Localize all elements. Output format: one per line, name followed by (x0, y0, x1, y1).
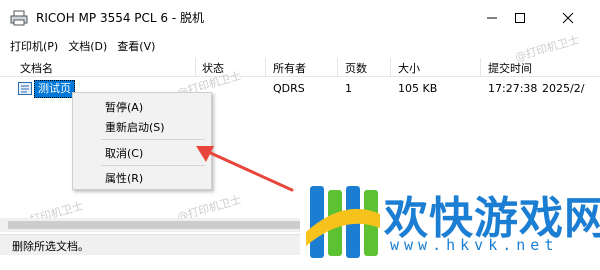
column-header-row: 文档名 状态 所有者 页数 大小 提交时间 (0, 58, 600, 77)
menu-bar: 打印机(P) 文档(D) 查看(V) (0, 36, 161, 56)
submitted-date-cell: 2025/2/ (542, 82, 585, 95)
submitted-time-cell: 17:27:38 (488, 82, 538, 95)
document-icon (18, 82, 32, 95)
minimize-icon (487, 17, 497, 19)
column-header-owner[interactable]: 所有者 (273, 60, 306, 76)
close-icon (562, 12, 574, 24)
close-button[interactable] (548, 4, 588, 32)
column-header-name[interactable]: 文档名 (20, 60, 53, 76)
menu-item-pause[interactable]: 暂停(A) (105, 99, 143, 115)
column-divider[interactable] (480, 58, 481, 76)
document-name-cell[interactable]: 测试页 (34, 80, 75, 98)
logo-url: www.hkvk.net (390, 236, 559, 254)
print-queue-window: RICOH MP 3554 PCL 6 - 脱机 打印机(P) 文档(D) 查看… (0, 0, 600, 270)
column-divider[interactable] (337, 58, 338, 76)
column-header-pages[interactable]: 页数 (345, 60, 367, 76)
pointer-arrow-icon (196, 146, 294, 192)
logo-mark-icon (306, 186, 380, 258)
pages-cell: 1 (345, 82, 352, 95)
maximize-button[interactable] (500, 4, 540, 32)
menu-item-cancel[interactable]: 取消(C) (105, 145, 143, 161)
owner-cell: QDRS (273, 82, 305, 95)
menu-view[interactable]: 查看(V) (113, 36, 161, 56)
column-divider[interactable] (390, 58, 391, 76)
column-divider[interactable] (265, 58, 266, 76)
printer-icon (10, 10, 28, 26)
menu-document[interactable]: 文档(D) (64, 36, 113, 56)
menu-item-restart[interactable]: 重新启动(S) (105, 119, 165, 135)
title-bar: RICOH MP 3554 PCL 6 - 脱机 (0, 0, 600, 36)
column-divider[interactable] (195, 58, 196, 76)
maximize-icon (515, 13, 525, 23)
menu-printer[interactable]: 打印机(P) (0, 36, 64, 56)
size-cell: 105 KB (398, 82, 438, 95)
menu-item-properties[interactable]: 属性(R) (105, 170, 143, 186)
window-title: RICOH MP 3554 PCL 6 - 脱机 (36, 11, 205, 25)
status-text: 删除所选文档。 (12, 240, 89, 253)
column-header-size[interactable]: 大小 (398, 60, 420, 76)
site-logo: 欢快游戏网 www.hkvk.net (300, 176, 600, 270)
